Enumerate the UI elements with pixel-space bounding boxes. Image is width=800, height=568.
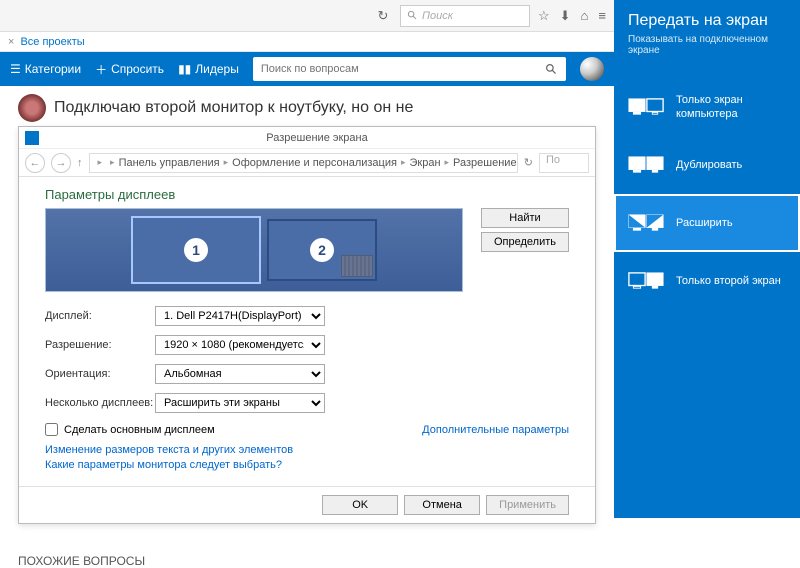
duplicate-icon [628, 153, 664, 177]
chart-icon: ▮▮ [178, 62, 191, 76]
cancel-button[interactable]: Отмена [404, 495, 480, 515]
browser-search[interactable]: Поиск [400, 5, 530, 27]
post-title: Подключаю второй монитор к ноутбуку, но … [54, 99, 413, 117]
second-only-icon [628, 269, 664, 293]
projection-options: Только экран компьютера Дублировать Расш… [614, 78, 800, 310]
apply-button[interactable]: Применить [486, 495, 569, 515]
breadcrumb-path[interactable]: ▸ ▸ Панель управления ▸ Оформление и пер… [89, 153, 518, 173]
find-button[interactable]: Найти [481, 208, 569, 228]
display-select[interactable]: 1. Dell P2417H(DisplayPort) [155, 306, 325, 326]
advanced-link[interactable]: Дополнительные параметры [422, 424, 569, 436]
projection-option-duplicate[interactable]: Дублировать [614, 136, 800, 194]
browser-search-placeholder: Поиск [422, 10, 453, 22]
content: Подключаю второй монитор к ноутбуку, но … [0, 86, 614, 568]
browser-toolbar: ↻ Поиск ☆ ⬇ ⌂ ≡ [0, 0, 614, 32]
back-button[interactable]: ← [25, 153, 45, 173]
make-primary-checkbox[interactable] [45, 423, 58, 436]
list-icon: ☰ [10, 62, 21, 76]
label-orientation: Ориентация: [45, 368, 155, 380]
menu-icon[interactable]: ≡ [598, 8, 606, 24]
projection-panel: Передать на экран Показывать на подключе… [614, 0, 800, 518]
monitor-1[interactable]: 1 [131, 216, 261, 284]
explorer-search[interactable]: По [539, 153, 589, 173]
star-icon[interactable]: ☆ [538, 8, 550, 24]
label-display: Дисплей: [45, 310, 155, 322]
monitor-2[interactable]: 2 [267, 219, 377, 281]
orientation-select[interactable]: Альбомная [155, 364, 325, 384]
search-icon [407, 10, 418, 21]
nav-categories[interactable]: ☰ Категории [10, 62, 81, 76]
projection-option-extend[interactable]: Расширить [614, 194, 800, 252]
plus-icon: ＋ [95, 61, 107, 78]
site-search[interactable] [253, 57, 566, 81]
nav-ask[interactable]: ＋ Спросить [95, 61, 164, 78]
extend-icon [628, 211, 664, 235]
ok-button[interactable]: OK [322, 495, 398, 515]
projection-subtitle: Показывать на подключенном экране [628, 34, 786, 56]
site-search-input[interactable] [261, 63, 545, 75]
projection-option-pc-only[interactable]: Только экран компьютера [614, 78, 800, 136]
label-resolution: Разрешение: [45, 339, 155, 351]
displays-preview[interactable]: 1 2 [45, 208, 463, 292]
detect-button[interactable]: Определить [481, 232, 569, 252]
download-icon[interactable]: ⬇ [560, 8, 571, 24]
tab-strip: × Все проекты [0, 32, 614, 52]
pc-only-icon [628, 95, 664, 119]
monitor-help-link[interactable]: Какие параметры монитора следует выбрать… [45, 459, 569, 471]
projection-option-second-only[interactable]: Только второй экран [614, 252, 800, 310]
keypad-icon [341, 255, 373, 277]
dialog-titlebar: Разрешение экрана [19, 127, 595, 149]
resolution-select[interactable]: 1920 × 1080 (рекомендуется) [155, 335, 325, 355]
search-icon [545, 63, 558, 76]
site-nav: ☰ Категории ＋ Спросить ▮▮ Лидеры [0, 52, 614, 86]
label-multi: Несколько дисплеев: [45, 397, 155, 409]
home-icon[interactable]: ⌂ [581, 8, 589, 24]
dialog-title: Разрешение экрана [45, 132, 589, 144]
refresh-icon[interactable]: ↻ [524, 156, 533, 169]
multi-display-select[interactable]: Расширить эти экраны [155, 393, 325, 413]
related-heading: ПОХОЖИЕ ВОПРОСЫ [18, 554, 596, 568]
refresh-icon[interactable]: ↻ [374, 7, 392, 25]
dialog-footer: OK Отмена Применить [19, 486, 595, 523]
all-projects-link[interactable]: Все проекты [20, 36, 84, 48]
text-size-link[interactable]: Изменение размеров текста и других элеме… [45, 444, 569, 456]
avatar[interactable] [580, 57, 604, 81]
forward-button[interactable]: → [51, 153, 71, 173]
section-title: Параметры дисплеев [45, 187, 569, 202]
breadcrumb: ← → ↑ ▸ ▸ Панель управления ▸ Оформление… [19, 149, 595, 177]
close-icon[interactable]: × [8, 36, 14, 48]
window-icon [25, 131, 39, 145]
nav-leaders[interactable]: ▮▮ Лидеры [178, 62, 239, 76]
up-button[interactable]: ↑ [77, 157, 83, 169]
make-primary-label: Сделать основным дисплеем [64, 424, 215, 436]
screen-resolution-dialog: Разрешение экрана ← → ↑ ▸ ▸ Панель управ… [18, 126, 596, 524]
post-avatar[interactable] [18, 94, 46, 122]
projection-title: Передать на экран [628, 12, 786, 30]
